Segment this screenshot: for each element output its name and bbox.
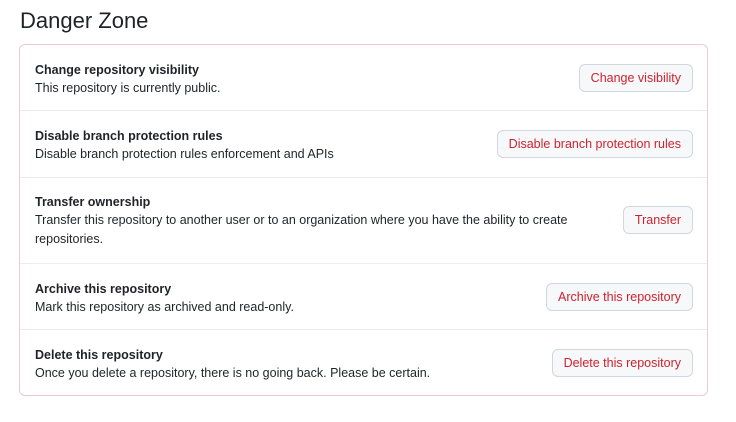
setting-title: Delete this repository (35, 348, 163, 362)
transfer-button[interactable]: Transfer (622, 206, 693, 234)
setting-title: Change repository visibility (35, 63, 199, 77)
setting-description: Mark this repository as archived and rea… (35, 300, 294, 314)
archive-repository-button[interactable]: Archive this repository (546, 283, 693, 311)
setting-text: Archive this repository Mark this reposi… (35, 280, 595, 317)
change-visibility-button[interactable]: Change visibility (578, 64, 693, 92)
setting-text: Transfer ownership Transfer this reposit… (35, 193, 595, 249)
setting-row-archive: Archive this repository Mark this reposi… (20, 264, 707, 330)
setting-row-visibility: Change repository visibility This reposi… (20, 45, 707, 111)
setting-row-branch-protection: Disable branch protection rules Disable … (20, 111, 707, 178)
delete-repository-button[interactable]: Delete this repository (551, 349, 693, 377)
disable-branch-protection-button[interactable]: Disable branch protection rules (496, 130, 693, 158)
page-title: Danger Zone (20, 8, 149, 33)
setting-description: This repository is currently public. (35, 81, 221, 95)
setting-text: Change repository visibility This reposi… (35, 61, 595, 98)
danger-zone-box: Change repository visibility This reposi… (19, 44, 708, 396)
setting-title: Archive this repository (35, 282, 172, 296)
setting-row-transfer: Transfer ownership Transfer this reposit… (20, 178, 707, 264)
setting-title: Transfer ownership (35, 195, 151, 209)
setting-description: Transfer this repository to another user… (35, 213, 568, 246)
setting-row-delete: Delete this repository Once you delete a… (20, 330, 707, 395)
setting-description: Once you delete a repository, there is n… (35, 366, 431, 380)
setting-text: Delete this repository Once you delete a… (35, 346, 595, 383)
